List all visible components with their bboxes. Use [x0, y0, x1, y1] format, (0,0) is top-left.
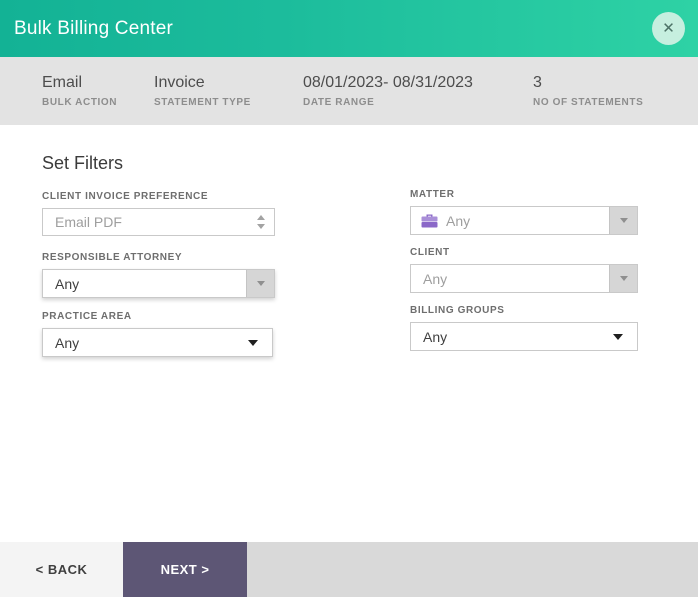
client-dropdown-button[interactable] [609, 265, 637, 292]
summary-bulk-action: Email BULK ACTION [42, 73, 117, 108]
statement-type-value: Invoice [154, 74, 205, 91]
no-of-statements-value: 3 [533, 74, 542, 91]
client-label: CLIENT [410, 247, 450, 258]
dialog-title: Bulk Billing Center [14, 17, 174, 39]
no-of-statements-label: NO OF STATEMENTS [533, 97, 644, 108]
next-button[interactable]: NEXT > [123, 542, 247, 597]
client-invoice-preference-label: CLIENT INVOICE PREFERENCE [42, 191, 209, 202]
summary-date-range: 08/01/2023- 08/31/2023 DATE RANGE [303, 73, 473, 108]
date-range-label: DATE RANGE [303, 97, 375, 108]
matter-label: MATTER [410, 189, 455, 200]
field-matter: MATTER Any [410, 189, 638, 235]
matter-dropdown[interactable]: Any [410, 206, 638, 235]
statement-type-label: STATEMENT TYPE [154, 97, 251, 108]
summary-statement-type: Invoice STATEMENT TYPE [154, 73, 251, 108]
chevron-down-icon [248, 339, 258, 346]
chevron-down-icon [619, 218, 628, 223]
close-button[interactable]: ✕ [652, 12, 685, 45]
spinner-down-icon[interactable] [257, 224, 265, 229]
field-practice-area: PRACTICE AREA Any [42, 311, 273, 357]
billing-groups-value: Any [423, 328, 448, 345]
field-client: CLIENT Any [410, 247, 638, 293]
spinner-control[interactable] [248, 209, 274, 235]
field-billing-groups: BILLING GROUPS Any [410, 305, 638, 351]
back-button[interactable]: < BACK [0, 542, 123, 597]
chevron-down-icon [619, 276, 628, 281]
page-title: Set Filters [42, 153, 124, 173]
billing-groups-dropdown[interactable]: Any [410, 322, 638, 351]
close-icon: ✕ [662, 20, 675, 37]
practice-area-label: PRACTICE AREA [42, 311, 132, 322]
field-responsible-attorney: RESPONSIBLE ATTORNEY Any [42, 252, 275, 298]
client-invoice-preference-input[interactable] [42, 208, 275, 236]
briefcase-icon [421, 214, 438, 228]
matter-value: Any [446, 212, 471, 229]
matter-dropdown-button[interactable] [609, 207, 637, 234]
responsible-attorney-dropdown-button[interactable] [246, 270, 274, 297]
client-dropdown[interactable]: Any [410, 264, 638, 293]
summary-no-of-statements: 3 NO OF STATEMENTS [533, 73, 643, 108]
practice-area-dropdown[interactable]: Any [42, 328, 273, 357]
client-value: Any [423, 270, 448, 287]
billing-groups-label: BILLING GROUPS [410, 305, 505, 316]
practice-area-value: Any [55, 334, 80, 351]
bulk-billing-center-dialog: Bulk Billing Center ✕ Email BULK ACTION … [0, 0, 698, 597]
client-invoice-preference-value[interactable] [43, 214, 248, 230]
bulk-action-label: BULK ACTION [42, 97, 118, 108]
footer-bar: < BACK NEXT > [0, 542, 698, 597]
bulk-action-value: Email [42, 74, 83, 91]
field-client-invoice-preference: CLIENT INVOICE PREFERENCE [42, 191, 275, 236]
chevron-down-icon [613, 333, 623, 340]
responsible-attorney-dropdown[interactable]: Any [42, 269, 275, 298]
dialog-header: Bulk Billing Center ✕ [0, 0, 698, 57]
chevron-down-icon [256, 281, 265, 286]
responsible-attorney-value: Any [55, 275, 80, 292]
date-range-value: 08/01/2023- 08/31/2023 [303, 74, 473, 91]
responsible-attorney-label: RESPONSIBLE ATTORNEY [42, 252, 183, 263]
summary-bar: Email BULK ACTION Invoice STATEMENT TYPE… [0, 57, 698, 125]
spinner-up-icon[interactable] [257, 215, 265, 220]
